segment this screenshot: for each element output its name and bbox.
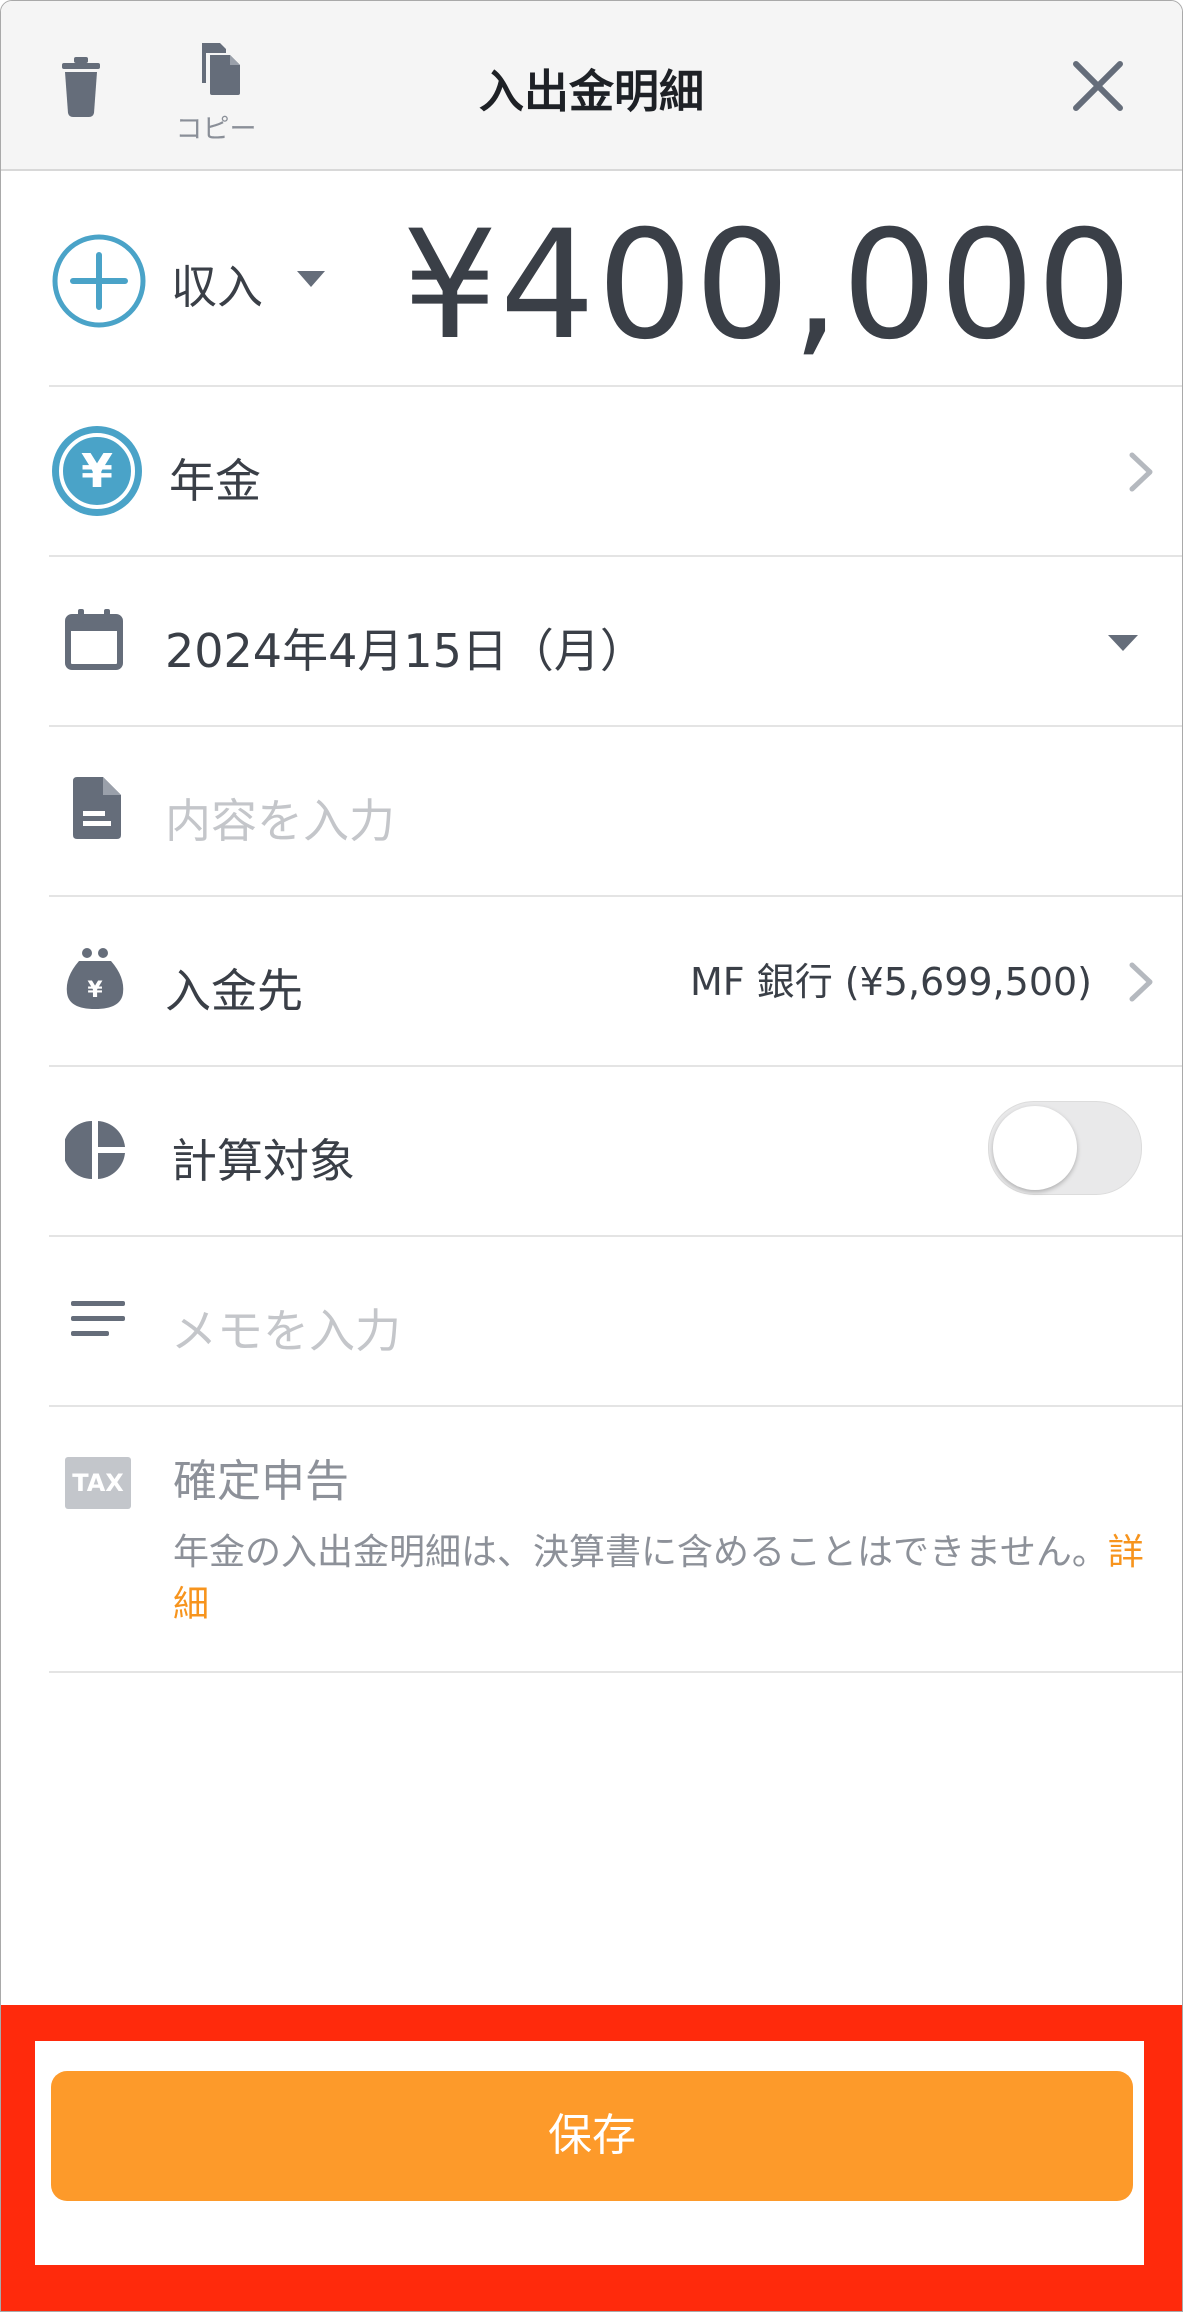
account-label: 入金先 [165, 964, 303, 1018]
content-input[interactable]: 内容を入力 [165, 785, 395, 851]
amount-row: 収入 ¥400,000 [49, 169, 1182, 387]
tax-row: TAX 確定申告 年金の入出金明細は、決算書に含めることはできません。詳細 [49, 1407, 1182, 1673]
tax-title: 確定申告 [173, 1456, 349, 1507]
close-icon [1073, 61, 1123, 111]
svg-text:¥: ¥ [81, 444, 113, 498]
caret-down-icon[interactable] [295, 269, 327, 289]
calendar-icon [65, 609, 123, 670]
calculation-label: 計算対象 [171, 1134, 355, 1188]
transaction-detail-screen: コピー 入出金明細 収入 ¥400,000 ¥ 年金 2024年4月15日（月）… [0, 0, 1183, 2312]
yen-circle-icon: ¥ [52, 426, 142, 516]
tax-note: 年金の入出金明細は、決算書に含めることはできません。詳細 [173, 1527, 1163, 1631]
date-value: 2024年4月15日（月） [165, 624, 646, 678]
header-bar: コピー 入出金明細 [1, 1, 1182, 171]
caret-down-icon [1108, 635, 1138, 651]
account-value: MF 銀行 (¥5,699,500) [689, 960, 1092, 1004]
save-button[interactable]: 保存 [51, 2071, 1133, 2201]
save-container: 保存 [35, 2041, 1144, 2265]
pie-chart-icon [65, 1121, 125, 1179]
account-row[interactable]: ¥ 入金先 MF 銀行 (¥5,699,500) [49, 897, 1182, 1067]
income-type-label[interactable]: 収入 [171, 251, 263, 317]
category-label: 年金 [169, 454, 261, 508]
tax-badge: TAX [65, 1457, 131, 1509]
document-icon [73, 777, 121, 839]
date-row[interactable]: 2024年4月15日（月） [49, 557, 1182, 727]
income-type-selector[interactable] [51, 233, 147, 333]
memo-lines-icon [71, 1301, 125, 1336]
calculation-row: 計算対象 [49, 1067, 1182, 1237]
amount-value[interactable]: ¥400,000 [402, 199, 1134, 373]
svg-text:¥: ¥ [87, 978, 103, 1003]
close-button[interactable] [1068, 56, 1128, 116]
calculation-toggle[interactable] [988, 1101, 1142, 1195]
wallet-pouch-icon: ¥ [66, 948, 124, 1009]
toggle-knob [993, 1106, 1077, 1190]
category-row[interactable]: ¥ 年金 [49, 387, 1182, 557]
tax-note-text: 年金の入出金明細は、決算書に含めることはできません。 [173, 1532, 1108, 1573]
memo-row[interactable]: メモを入力 [49, 1237, 1182, 1407]
chevron-right-icon [1129, 962, 1153, 1002]
chevron-right-icon [1129, 452, 1153, 492]
plus-circle-icon [52, 234, 146, 328]
content-row[interactable]: 内容を入力 [49, 727, 1182, 897]
save-highlight-box: 保存 [1, 2005, 1182, 2311]
page-title: 入出金明細 [478, 65, 704, 118]
memo-input[interactable]: メモを入力 [171, 1295, 401, 1361]
